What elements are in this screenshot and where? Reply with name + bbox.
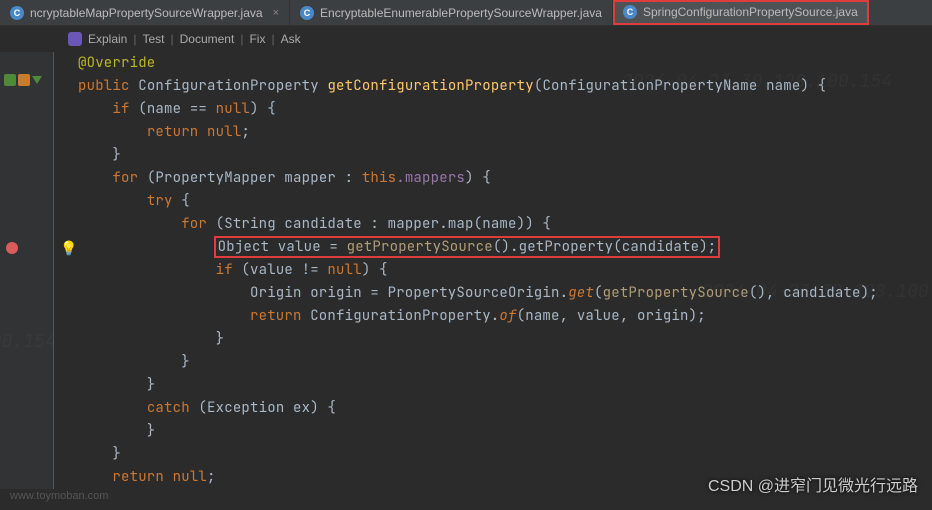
tab-file-1[interactable]: C ncryptableMapPropertySourceWrapper.jav… [0,0,290,25]
java-class-icon: C [300,6,314,20]
highlight-box: Object value = getPropertySource().getPr… [216,238,719,256]
action-ask[interactable]: Ask [281,32,301,46]
breakpoint-icon[interactable] [6,242,18,254]
action-document[interactable]: Document [180,32,235,46]
goto-sub-icon[interactable] [32,76,42,84]
watermark-url: www.toymoban.com [10,490,108,502]
watermark-attribution: CSDN @进窄门见微光行远路 [708,472,918,496]
tab-bar: C ncryptableMapPropertySourceWrapper.jav… [0,0,932,26]
java-class-icon: C [10,6,24,20]
implements-icon[interactable] [18,74,30,86]
ai-action-bar: Explain | Test | Document | Fix | Ask [0,26,932,52]
tab-file-2[interactable]: C EncryptableEnumerablePropertySourceWra… [290,0,613,25]
override-icon[interactable] [4,74,16,86]
action-fix[interactable]: Fix [249,32,265,46]
tab-file-3[interactable]: C SpringConfigurationPropertySource.java [613,0,869,25]
annotation: @Override [78,54,155,72]
action-test[interactable]: Test [142,32,164,46]
ai-icon [68,32,82,46]
tab-label: SpringConfigurationPropertySource.java [643,5,858,19]
gutter [0,52,54,489]
java-class-icon: C [623,5,637,19]
close-icon[interactable]: × [273,7,279,19]
tab-label: EncryptableEnumerablePropertySourceWrapp… [320,6,602,20]
vcs-markers [4,74,42,86]
action-explain[interactable]: Explain [88,32,127,46]
tab-label: ncryptableMapPropertySourceWrapper.java [30,6,263,20]
code-content[interactable]: @Override public ConfigurationProperty g… [54,52,932,489]
editor[interactable]: 💡 @Override public ConfigurationProperty… [0,52,932,489]
